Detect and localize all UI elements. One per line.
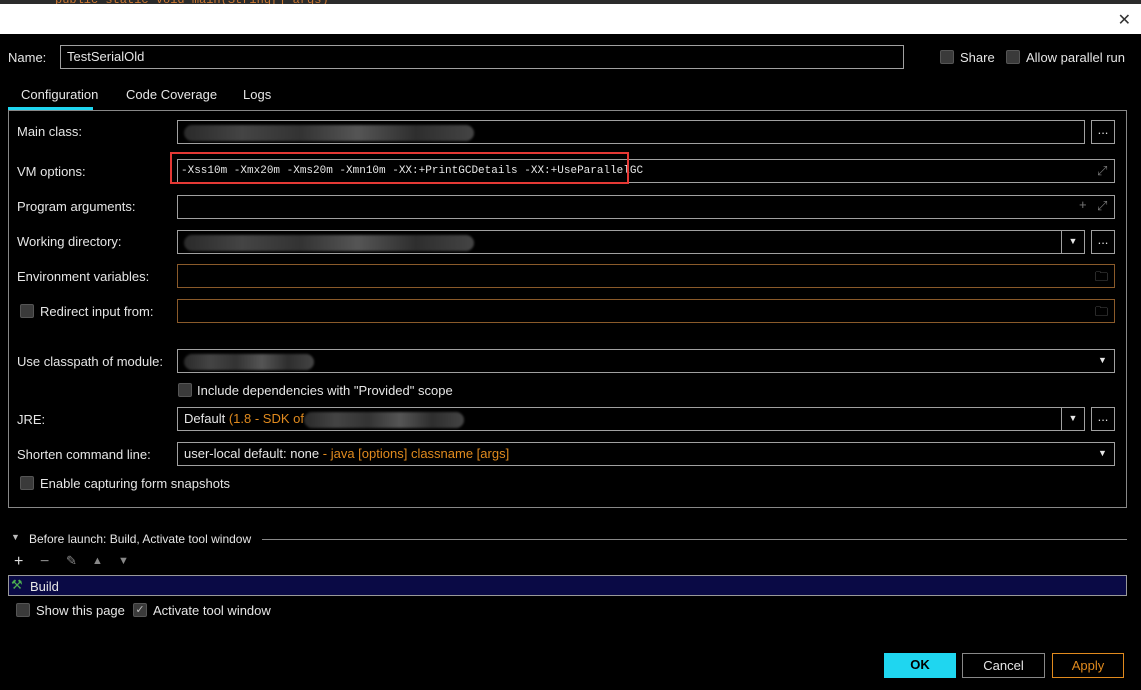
environment-variables-label: Environment variables:: [17, 269, 150, 284]
working-directory-label: Working directory:: [17, 234, 122, 249]
main-class-label: Main class:: [17, 124, 83, 139]
chevron-down-icon[interactable]: ▼: [1061, 231, 1084, 253]
enable-snapshots-label: Enable capturing form snapshots: [40, 476, 231, 491]
activate-tool-window-label: Activate tool window: [153, 603, 271, 618]
ok-button[interactable]: OK: [884, 653, 956, 678]
enable-snapshots-checkbox[interactable]: [20, 476, 34, 490]
expand-icon[interactable]: ⤢: [1097, 198, 1107, 214]
tab-logs[interactable]: Logs: [243, 87, 271, 102]
name-input[interactable]: TestSerialOld: [60, 45, 904, 69]
include-dependencies-checkbox[interactable]: [178, 383, 192, 397]
collapse-triangle-icon[interactable]: ▼: [11, 532, 20, 542]
activate-tool-window-checkbox[interactable]: ✓: [133, 603, 147, 617]
before-launch-list-item[interactable]: ⚒ Build: [8, 575, 1127, 596]
add-icon[interactable]: +: [14, 553, 23, 571]
hammer-icon: ⚒: [11, 577, 23, 592]
jre-dropdown[interactable]: Default (1.8 - SDK of ▼: [177, 407, 1085, 431]
environment-variables-input[interactable]: [177, 264, 1115, 288]
build-task-label: Build: [30, 579, 59, 594]
cancel-button[interactable]: Cancel: [962, 653, 1045, 678]
divider: [262, 539, 1127, 540]
apply-button[interactable]: Apply: [1052, 653, 1124, 678]
jre-browse-button[interactable]: ...: [1091, 407, 1115, 431]
classpath-module-dropdown[interactable]: ▼: [177, 349, 1115, 373]
redirect-input-label: Redirect input from:: [40, 304, 154, 319]
working-directory-input[interactable]: ▼: [177, 230, 1085, 254]
before-launch-title: Before launch: Build, Activate tool wind…: [29, 532, 252, 546]
program-arguments-input[interactable]: [177, 195, 1115, 219]
share-checkbox[interactable]: [940, 50, 954, 64]
vm-options-label: VM options:: [17, 164, 86, 179]
remove-icon[interactable]: −: [40, 553, 49, 571]
close-icon[interactable]: ✕: [1118, 10, 1131, 30]
tab-code-coverage[interactable]: Code Coverage: [126, 87, 217, 102]
main-class-browse-button[interactable]: ...: [1091, 120, 1115, 144]
allow-parallel-label: Allow parallel run: [1026, 50, 1125, 65]
folder-icon[interactable]: 🗀: [1095, 303, 1108, 325]
add-icon[interactable]: +: [1079, 197, 1087, 212]
move-up-icon[interactable]: ▲: [92, 555, 103, 567]
redirect-input-checkbox[interactable]: [20, 304, 34, 318]
name-label: Name:: [8, 50, 47, 65]
tab-configuration[interactable]: Configuration: [21, 87, 98, 102]
chevron-down-icon[interactable]: ▼: [1091, 443, 1114, 465]
jre-label: JRE:: [17, 412, 46, 427]
highlight-box: [170, 152, 629, 184]
redirect-input-field[interactable]: [177, 299, 1115, 323]
chevron-down-icon[interactable]: ▼: [1091, 350, 1114, 372]
dialog-title-bar: ✕: [0, 4, 1141, 34]
expand-icon[interactable]: ⤢: [1097, 163, 1107, 179]
move-down-icon[interactable]: ▼: [118, 555, 129, 567]
shorten-command-line-label: Shorten command line:: [17, 447, 151, 462]
allow-parallel-checkbox[interactable]: [1006, 50, 1020, 64]
jre-value: Default: [184, 411, 226, 426]
shorten-command-line-dropdown[interactable]: user-local default: none - java [options…: [177, 442, 1115, 466]
include-dependencies-label: Include dependencies with "Provided" sco…: [197, 383, 453, 398]
program-arguments-label: Program arguments:: [17, 199, 136, 214]
main-class-input[interactable]: [177, 120, 1085, 144]
folder-icon[interactable]: 🗀: [1095, 268, 1108, 290]
edit-pencil-icon[interactable]: ✎: [66, 553, 77, 569]
show-this-page-checkbox[interactable]: [16, 603, 30, 617]
shorten-value: user-local default: none: [184, 446, 320, 461]
working-directory-browse-button[interactable]: ...: [1091, 230, 1115, 254]
chevron-down-icon[interactable]: ▼: [1061, 408, 1084, 430]
jre-detail: (1.8 - SDK of: [228, 411, 304, 426]
shorten-detail: - java [options] classname [args]: [322, 446, 510, 461]
share-label: Share: [960, 50, 995, 65]
classpath-module-label: Use classpath of module:: [17, 354, 163, 369]
show-this-page-label: Show this page: [36, 603, 125, 618]
